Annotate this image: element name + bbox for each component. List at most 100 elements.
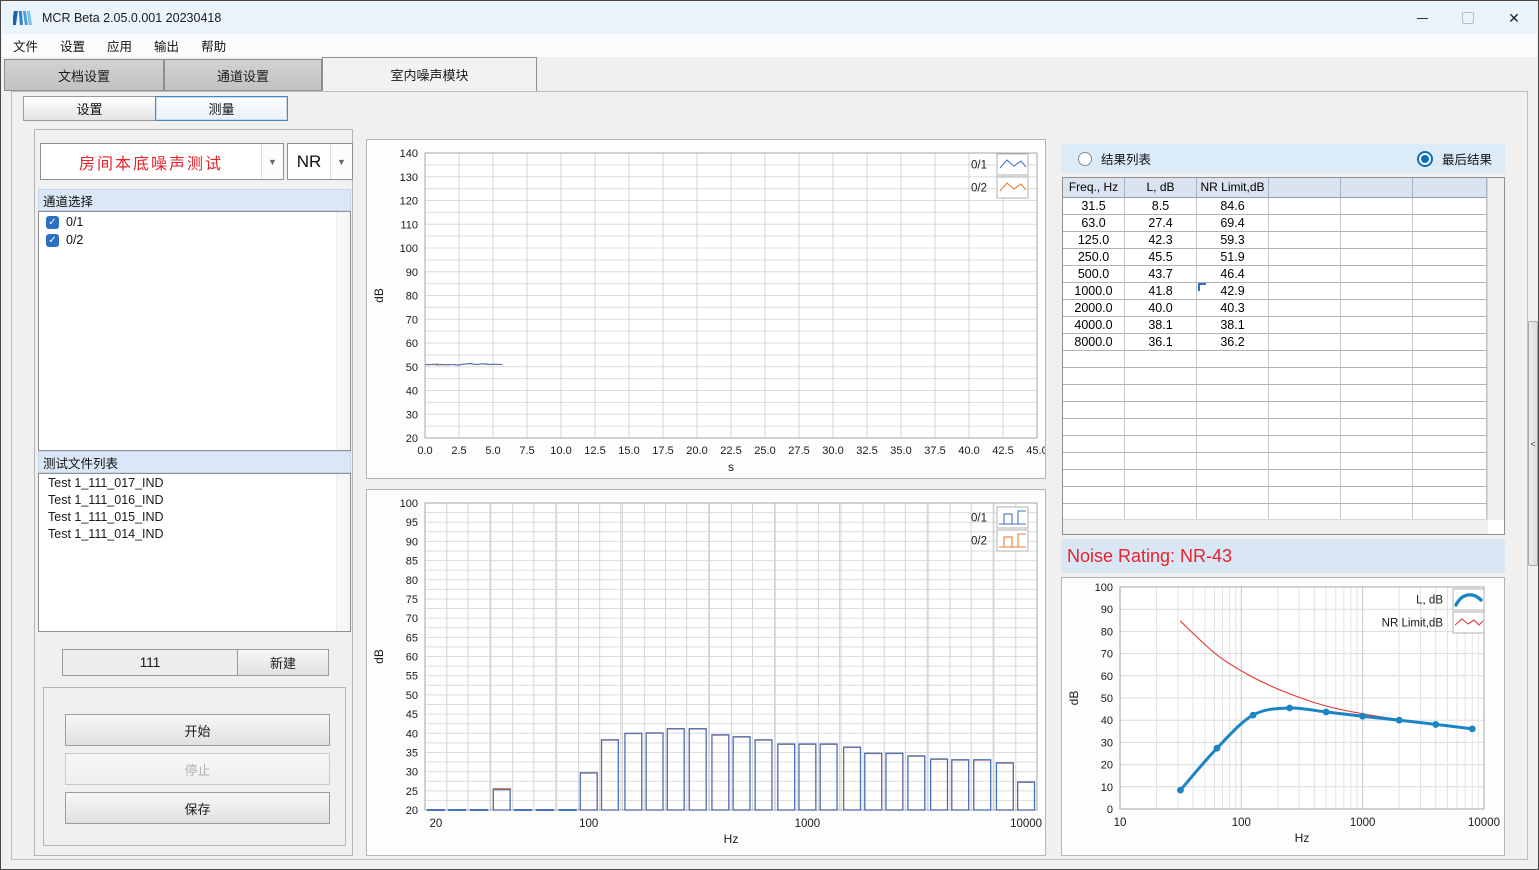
scrollbar[interactable]	[336, 212, 350, 450]
last-result-radio[interactable]: 最后结果	[1417, 149, 1492, 168]
table-row: 125.042.359.3	[1063, 232, 1504, 249]
svg-text:90: 90	[406, 536, 418, 548]
table-cell	[1413, 368, 1487, 385]
table-cell	[1269, 487, 1341, 504]
svg-text:30: 30	[406, 767, 418, 779]
svg-text:Hz: Hz	[724, 832, 739, 846]
panel-collapse-handle[interactable]: <	[1528, 321, 1538, 566]
subtab-设置[interactable]: 设置	[23, 96, 156, 121]
table-cell	[1413, 266, 1487, 283]
checkbox-checked-icon[interactable]: ✓	[46, 216, 59, 229]
table-cell: 41.8	[1125, 283, 1197, 300]
svg-text:20: 20	[430, 818, 443, 830]
spectrum-chart: 2025303540455055606570758085909510020100…	[366, 489, 1046, 856]
minimize-button[interactable]	[1399, 2, 1445, 34]
rating-value: NR	[288, 144, 330, 179]
scrollbar[interactable]	[1487, 178, 1504, 520]
menu-item-输出[interactable]: 输出	[143, 36, 190, 55]
file-list-item[interactable]: Test 1_111_017_IND	[39, 474, 350, 491]
svg-text:17.5: 17.5	[652, 445, 673, 457]
noise-rating-text: Noise Rating: NR-43	[1067, 546, 1232, 567]
table-cell: 8.5	[1125, 198, 1197, 215]
start-button[interactable]: 开始	[65, 714, 330, 746]
table-cell	[1125, 487, 1197, 504]
channel-item-0/1[interactable]: ✓ 0/1	[39, 212, 350, 230]
table-cell	[1413, 300, 1487, 317]
test-file-list[interactable]: Test 1_111_017_INDTest 1_111_016_INDTest…	[38, 473, 351, 632]
file-list-item[interactable]: Test 1_111_014_IND	[39, 525, 350, 542]
result-list-radio[interactable]: 结果列表	[1078, 149, 1151, 168]
svg-text:30: 30	[406, 409, 418, 421]
left-control-panel: 房间本底噪声测试 ▼ NR ▼ 通道选择 ✓0/1✓0/2 测试文件列表 Tes…	[34, 129, 353, 856]
rating-select[interactable]: NR ▼	[287, 143, 353, 180]
table-cell	[1341, 232, 1413, 249]
channel-section-header: 通道选择	[38, 189, 351, 211]
svg-text:100: 100	[1095, 582, 1113, 594]
table-cell	[1269, 266, 1341, 283]
table-cell	[1197, 402, 1269, 419]
file-name-input[interactable]: 111	[62, 649, 238, 676]
maximize-button[interactable]	[1445, 2, 1491, 34]
legend-label: NR Limit,dB	[1382, 618, 1444, 630]
svg-text:110: 110	[400, 219, 418, 231]
legend-label: 0/1	[971, 160, 987, 172]
new-button[interactable]: 新建	[237, 649, 329, 676]
table-cell	[1413, 215, 1487, 232]
file-list-item[interactable]: Test 1_111_015_IND	[39, 508, 350, 525]
svg-text:50: 50	[406, 362, 418, 374]
channel-item-0/2[interactable]: ✓0/2	[39, 230, 350, 248]
table-cell	[1197, 419, 1269, 436]
table-cell	[1197, 436, 1269, 453]
scrollbar[interactable]	[1063, 519, 1488, 534]
tab-室内噪声模块[interactable]: 室内噪声模块	[322, 57, 537, 91]
svg-text:40: 40	[1101, 715, 1113, 727]
svg-text:60: 60	[1101, 671, 1113, 683]
table-cell	[1341, 368, 1413, 385]
tab-通道设置[interactable]: 通道设置	[164, 59, 322, 91]
menu-item-应用[interactable]: 应用	[96, 36, 143, 55]
table-cell	[1341, 402, 1413, 419]
scrollbar[interactable]	[336, 474, 350, 631]
svg-text:dB: dB	[1067, 691, 1081, 706]
tab-文档设置[interactable]: 文档设置	[4, 59, 164, 91]
table-cell: 51.9	[1197, 249, 1269, 266]
channel-label: 0/1	[66, 215, 83, 229]
table-row	[1063, 351, 1504, 368]
svg-text:50: 50	[1101, 693, 1113, 705]
table-cell: 27.4	[1125, 215, 1197, 232]
chevron-down-icon[interactable]: ▼	[261, 144, 283, 179]
table-cell	[1341, 419, 1413, 436]
radio-checked-icon[interactable]	[1417, 151, 1433, 167]
close-button[interactable]: ✕	[1491, 2, 1537, 34]
table-cell: 36.1	[1125, 334, 1197, 351]
table-header-cell: Freq., Hz	[1063, 178, 1125, 198]
test-type-select[interactable]: 房间本底噪声测试 ▼	[40, 143, 284, 180]
radio-unchecked-icon[interactable]	[1078, 152, 1092, 166]
svg-text:90: 90	[406, 267, 418, 279]
channel-list[interactable]: ✓ 0/1✓0/2	[38, 211, 351, 451]
checkbox-checked-icon[interactable]: ✓	[46, 234, 59, 247]
table-header-row: Freq., HzL, dBNR Limit,dB	[1063, 178, 1504, 198]
menu-item-设置[interactable]: 设置	[49, 36, 96, 55]
svg-text:Hz: Hz	[1295, 831, 1310, 845]
table-cell	[1063, 351, 1125, 368]
table-cell: 59.3	[1197, 232, 1269, 249]
table-cell: 45.5	[1125, 249, 1197, 266]
table-cell: 500.0	[1063, 266, 1125, 283]
app-logo-icon	[13, 10, 33, 26]
menu-item-帮助[interactable]: 帮助	[190, 36, 237, 55]
chevron-down-icon[interactable]: ▼	[330, 144, 352, 179]
table-cell: 69.4	[1197, 215, 1269, 232]
legend-label: L, dB	[1416, 595, 1443, 607]
minimize-icon	[1417, 18, 1428, 19]
subtab-测量[interactable]: 测量	[155, 96, 288, 121]
table-cell	[1125, 470, 1197, 487]
svg-text:40.0: 40.0	[958, 445, 979, 457]
svg-text:75: 75	[406, 594, 418, 606]
file-list-item[interactable]: Test 1_111_016_IND	[39, 491, 350, 508]
svg-text:140: 140	[400, 148, 418, 160]
svg-text:25.0: 25.0	[754, 445, 775, 457]
menu-item-文件[interactable]: 文件	[2, 36, 49, 55]
save-button[interactable]: 保存	[65, 792, 330, 824]
table-cell	[1197, 453, 1269, 470]
